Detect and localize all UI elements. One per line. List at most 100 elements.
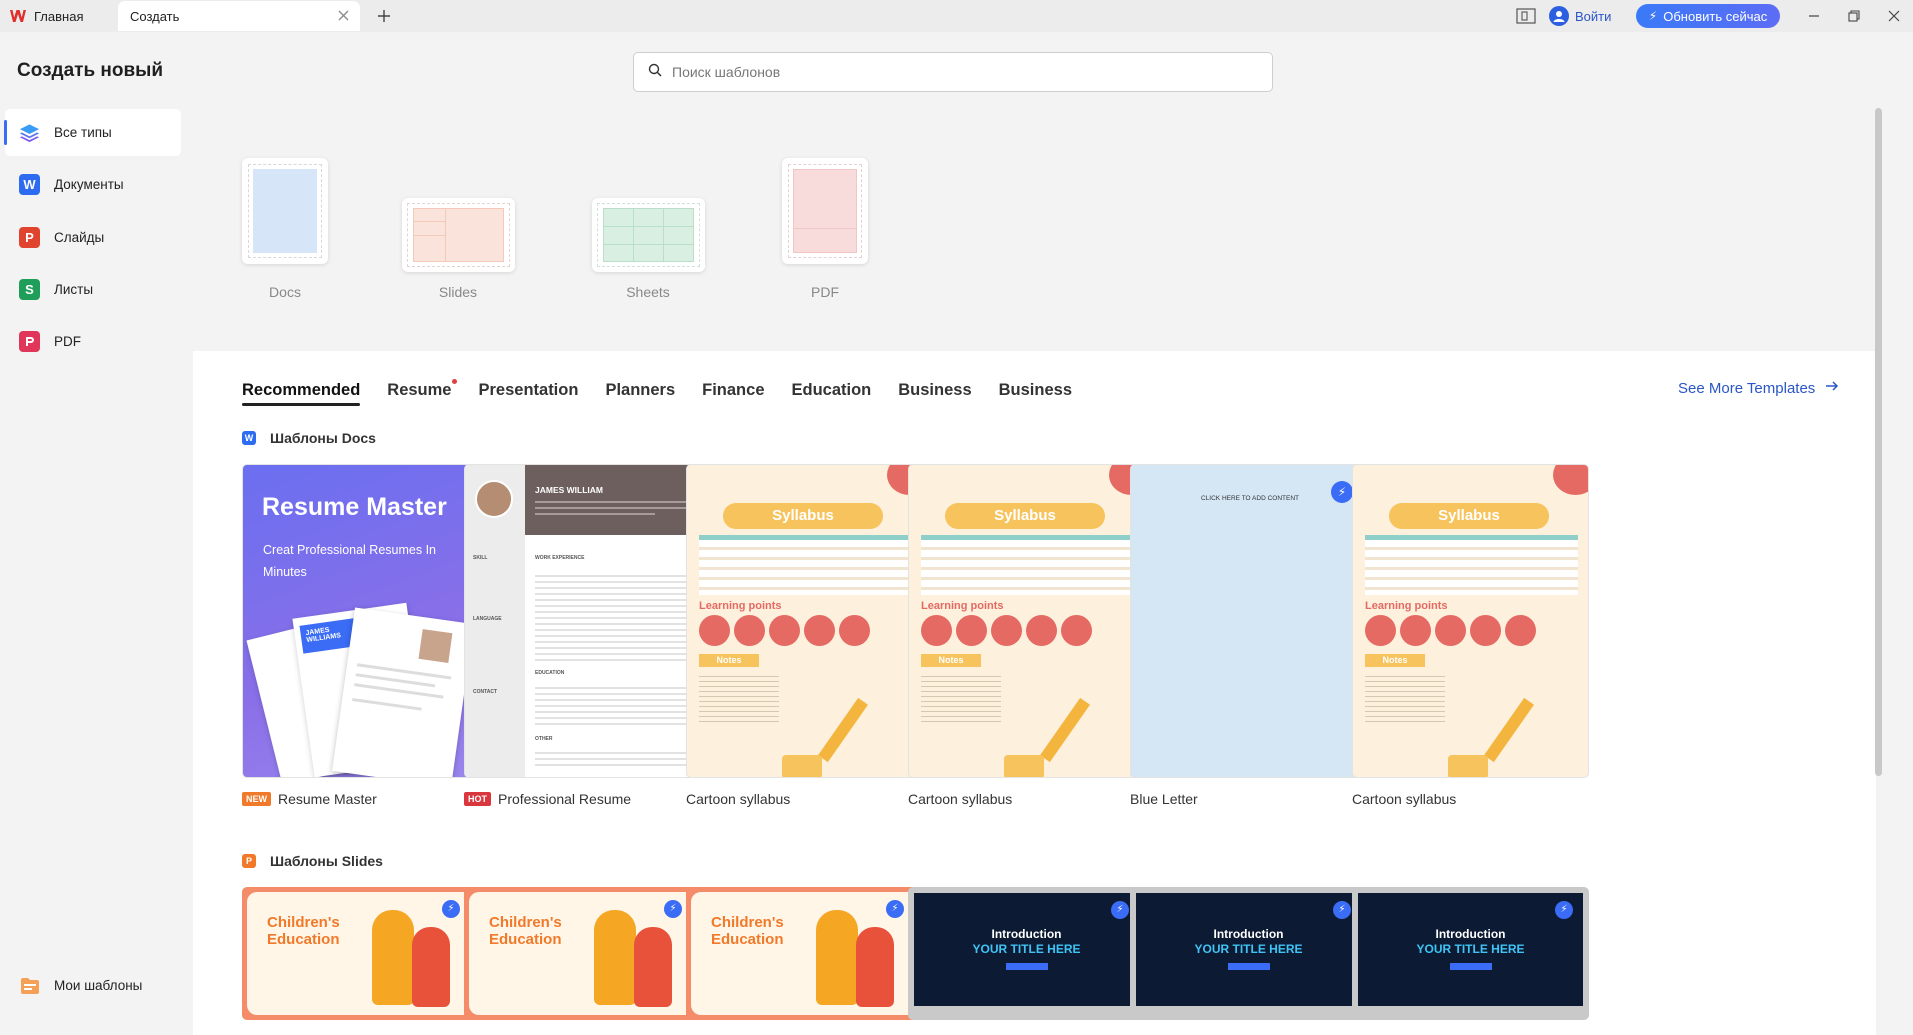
tab-create-label: Создать — [130, 8, 180, 24]
slide-template-childrens-education[interactable]: Children's Education ⚡ — [464, 887, 701, 1020]
file-types-panel: Docs Slides Sheets PDF — [193, 108, 1876, 351]
section-title-label: Шаблоны Docs — [270, 430, 376, 446]
wps-logo-icon — [10, 8, 26, 24]
category-tabs: Recommended Resume Presentation Planners… — [242, 376, 1099, 406]
new-docs-card[interactable] — [242, 158, 328, 264]
sidebar: Создать новый Все типы W Документы P Сла… — [0, 32, 193, 1035]
tab-recommended[interactable]: Recommended — [242, 381, 361, 406]
template-card-professional-resume[interactable]: JAMES WILLIAM SKILL LANGUAGE CONTACT WOR… — [464, 464, 701, 778]
sidebar-item-pdf[interactable]: PDF — [5, 318, 181, 365]
thumb-section: LANGUAGE — [473, 616, 502, 622]
hot-badge: HOT — [464, 792, 491, 806]
close-icon[interactable] — [337, 9, 350, 22]
thumb-subtitle: Creat Professional Resumes In Minutes — [263, 543, 436, 579]
tab-planners[interactable]: Planners — [605, 381, 675, 406]
type-label: Sheets — [626, 284, 670, 300]
template-name[interactable]: HOT Professional Resume — [464, 791, 631, 807]
new-sheets-card[interactable] — [592, 198, 705, 272]
sidebar-item-sheets[interactable]: S Листы — [5, 266, 181, 313]
slide-template-introduction[interactable]: Introduction YOUR TITLE HERE ⚡ — [908, 887, 1145, 1020]
upgrade-now-button[interactable]: ⚡ Обновить сейчас — [1636, 4, 1780, 28]
type-label: Docs — [269, 284, 301, 300]
sidebar-item-label: Документы — [54, 177, 124, 192]
thumb-title: Syllabus — [723, 503, 883, 529]
lightning-icon: ⚡ — [1648, 9, 1658, 23]
thumb-title: Syllabus — [945, 503, 1105, 529]
tab-business[interactable]: Business — [898, 381, 971, 406]
slide-template-childrens-education[interactable]: Children's Education ⚡ — [242, 887, 479, 1020]
new-slides-card[interactable] — [402, 198, 515, 272]
main-content: Docs Slides Sheets PDF Recommended Resum… — [193, 108, 1876, 1035]
sidebar-item-my-templates[interactable]: Мои шаблоны — [5, 962, 181, 1009]
new-pdf-card[interactable] — [782, 158, 868, 264]
tab-create[interactable]: Создать — [118, 1, 360, 31]
premium-lightning-icon: ⚡ — [886, 900, 904, 918]
template-name[interactable]: NEW Resume Master — [242, 791, 377, 807]
template-card-cartoon-syllabus[interactable]: Syllabus Learning points Notes — [1352, 464, 1589, 778]
template-name[interactable]: Cartoon syllabus — [1352, 791, 1456, 807]
slide-title-line2: Education — [267, 931, 340, 948]
thumb-section: CONTACT — [473, 689, 498, 695]
template-name[interactable]: Blue Letter — [1130, 791, 1198, 807]
word-icon: W — [242, 431, 256, 445]
see-more-templates-link[interactable]: See More Templates — [1678, 379, 1839, 397]
title-bar: Главная Создать Войти ⚡ Обновить сейчас — [0, 0, 1913, 32]
template-name[interactable]: Cartoon syllabus — [908, 791, 1012, 807]
template-name-label: Resume Master — [278, 791, 377, 807]
template-card-cartoon-syllabus[interactable]: Syllabus Learning points Notes — [686, 464, 923, 778]
page-title: Создать новый — [17, 60, 164, 81]
tab-home[interactable]: Главная — [0, 1, 114, 31]
search-input[interactable] — [672, 64, 1232, 80]
tab-resume[interactable]: Resume — [387, 379, 458, 406]
login-button[interactable]: Войти — [1549, 5, 1611, 27]
slide-title-line1: Children's — [711, 914, 784, 931]
slide-template-introduction[interactable]: Introduction YOUR TITLE HERE ⚡ — [1130, 887, 1367, 1020]
tab-label: Resume — [387, 381, 452, 399]
minimize-icon[interactable] — [1806, 8, 1822, 24]
tab-presentation[interactable]: Presentation — [478, 381, 578, 406]
slide-title-line2: YOUR TITLE HERE — [1416, 942, 1525, 956]
tab-finance[interactable]: Finance — [702, 381, 764, 406]
template-name[interactable]: Cartoon syllabus — [686, 791, 790, 807]
thumb-notes: Notes — [921, 654, 981, 667]
sidebar-item-label: Все типы — [54, 125, 112, 140]
slide-title-line1: Introduction — [991, 927, 1062, 941]
premium-lightning-icon: ⚡ — [1111, 901, 1129, 919]
sidebar-item-slides[interactable]: P Слайды — [5, 214, 181, 261]
new-dot — [452, 379, 458, 384]
thumb-section: SKILL — [473, 555, 488, 561]
restore-icon[interactable] — [1846, 8, 1862, 24]
arrow-right-icon — [1825, 379, 1839, 397]
template-card-cartoon-syllabus[interactable]: Syllabus Learning points Notes — [908, 464, 1145, 778]
see-more-label: See More Templates — [1678, 379, 1816, 397]
window-close-icon[interactable] — [1886, 8, 1902, 24]
slide-template-introduction[interactable]: Introduction YOUR TITLE HERE ⚡ — [1352, 887, 1589, 1020]
slide-template-childrens-education[interactable]: Children's Education ⚡ — [686, 887, 923, 1020]
slide-title-line1: Children's — [489, 914, 562, 931]
premium-lightning-icon: ⚡ — [664, 900, 682, 918]
thumb-title: JAMES WILLIAM — [535, 485, 603, 495]
sidebar-item-label: PDF — [54, 334, 81, 349]
tab-home-label: Главная — [34, 8, 84, 24]
search-field[interactable] — [633, 52, 1273, 92]
sidebar-item-label: Листы — [54, 282, 94, 297]
new-tab-plus-icon[interactable] — [374, 6, 394, 26]
thumb-learning: Learning points — [921, 600, 1004, 612]
sidebar-item-documents[interactable]: W Документы — [5, 161, 181, 208]
thumb-section: EDUCATION — [535, 670, 565, 676]
tab-education[interactable]: Education — [792, 381, 872, 406]
sidebar-item-all-types[interactable]: Все типы — [4, 109, 181, 156]
vertical-scrollbar[interactable] — [1875, 108, 1882, 776]
template-card-blue-letter[interactable]: CLICK HERE TO ADD CONTENT ⚡ — [1130, 464, 1367, 778]
spreadsheet-icon: S — [19, 279, 40, 300]
type-label: Slides — [438, 284, 478, 300]
user-avatar-icon — [1549, 6, 1569, 26]
type-label: PDF — [811, 284, 839, 300]
section-title-label: Шаблоны Slides — [270, 853, 383, 869]
slide-title-line2: YOUR TITLE HERE — [972, 942, 1081, 956]
template-card-resume-master[interactable]: Resume Master Creat Professional Resumes… — [242, 464, 479, 778]
docs-section-title: W Шаблоны Docs — [242, 430, 376, 446]
tab-business-2[interactable]: Business — [999, 381, 1072, 406]
reading-mode-icon[interactable] — [1516, 8, 1536, 24]
thumb-notes: Notes — [1365, 654, 1425, 667]
